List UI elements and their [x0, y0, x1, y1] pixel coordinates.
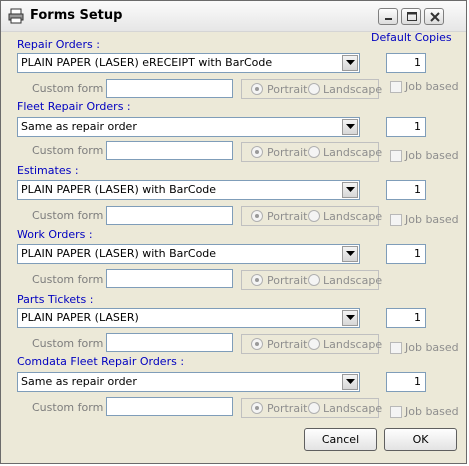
landscape-label: Landscape: [323, 402, 383, 415]
job-based-label: Job based: [405, 80, 459, 93]
orientation-group-repair-orders: Portrait Landscape: [241, 79, 383, 99]
custom-form-input-work-orders[interactable]: [106, 269, 233, 288]
section-label-comdata-fleet-repair-orders: Comdata Fleet Repair Orders :: [17, 355, 185, 368]
title-bar[interactable]: Forms Setup: [1, 1, 466, 32]
custom-form-input-fleet-repair-orders[interactable]: [106, 141, 233, 160]
job-based-checkbox-parts-tickets[interactable]: [390, 342, 402, 354]
copies-input-estimates[interactable]: 1: [386, 180, 426, 200]
job-based-checkbox-fleet-repair-orders[interactable]: [390, 150, 402, 162]
portrait-radio[interactable]: [251, 338, 263, 350]
portrait-label: Portrait: [267, 146, 308, 159]
orientation-group-estimates: Portrait Landscape: [241, 206, 383, 226]
portrait-label: Portrait: [267, 274, 308, 287]
copies-input-fleet-repair-orders[interactable]: 1: [386, 117, 426, 137]
printer-icon: [8, 8, 24, 24]
close-button[interactable]: [424, 8, 444, 25]
custom-form-input-parts-tickets[interactable]: [106, 333, 233, 352]
landscape-label: Landscape: [323, 210, 383, 223]
copies-input-comdata-fleet-repair-orders[interactable]: 1: [386, 372, 426, 392]
ok-button[interactable]: OK: [384, 428, 457, 451]
portrait-radio[interactable]: [251, 402, 263, 414]
custom-form-input-repair-orders[interactable]: [106, 79, 233, 98]
landscape-radio[interactable]: [308, 274, 320, 286]
chevron-down-icon[interactable]: [342, 310, 358, 326]
chevron-down-icon[interactable]: [342, 55, 358, 71]
portrait-label: Portrait: [267, 402, 308, 415]
landscape-label: Landscape: [323, 146, 383, 159]
job-based-label: Job based: [405, 213, 459, 226]
form-select-parts-tickets[interactable]: PLAIN PAPER (LASER): [17, 308, 360, 328]
section-label-estimates: Estimates :: [17, 164, 79, 177]
orientation-group-comdata-fleet-repair-orders: Portrait Landscape: [241, 398, 383, 418]
chevron-down-icon[interactable]: [342, 182, 358, 198]
job-based-label: Job based: [405, 405, 459, 418]
form-select-repair-orders[interactable]: PLAIN PAPER (LASER) eRECEIPT with BarCod…: [17, 53, 360, 73]
form-select-value: Same as repair order: [21, 375, 137, 388]
form-select-value: Same as repair order: [21, 120, 137, 133]
landscape-label: Landscape: [323, 338, 383, 351]
section-label-repair-orders: Repair Orders :: [17, 38, 100, 51]
minimize-button[interactable]: [378, 8, 398, 25]
orientation-group-parts-tickets: Portrait Landscape: [241, 334, 383, 354]
portrait-label: Portrait: [267, 338, 308, 351]
portrait-radio[interactable]: [251, 146, 263, 158]
chevron-down-icon[interactable]: [342, 246, 358, 262]
section-label-work-orders: Work Orders :: [17, 228, 93, 241]
copies-input-parts-tickets[interactable]: 1: [386, 308, 426, 328]
portrait-label: Portrait: [267, 83, 308, 96]
chevron-down-icon[interactable]: [342, 119, 358, 135]
job-based-checkbox-repair-orders[interactable]: [390, 81, 402, 93]
form-select-value: PLAIN PAPER (LASER) with BarCode: [21, 183, 217, 196]
portrait-radio[interactable]: [251, 83, 263, 95]
portrait-radio[interactable]: [251, 274, 263, 286]
chevron-down-icon[interactable]: [342, 374, 358, 390]
landscape-radio[interactable]: [308, 402, 320, 414]
orientation-group-work-orders: Portrait Landscape: [241, 270, 383, 290]
job-based-checkbox-estimates[interactable]: [390, 214, 402, 226]
custom-form-input-comdata-fleet-repair-orders[interactable]: [106, 397, 233, 416]
form-select-work-orders[interactable]: PLAIN PAPER (LASER) with BarCode: [17, 244, 360, 264]
job-based-label: Job based: [405, 149, 459, 162]
landscape-radio[interactable]: [308, 83, 320, 95]
landscape-radio[interactable]: [308, 338, 320, 350]
form-select-value: PLAIN PAPER (LASER) with BarCode: [21, 247, 217, 260]
portrait-radio[interactable]: [251, 210, 263, 222]
default-copies-header: Default Copies: [371, 31, 452, 44]
window-title: Forms Setup: [30, 8, 123, 23]
section-label-fleet-repair-orders: Fleet Repair Orders :: [17, 100, 131, 113]
maximize-button[interactable]: [401, 8, 421, 25]
form-select-value: PLAIN PAPER (LASER): [21, 311, 139, 324]
landscape-label: Landscape: [323, 83, 383, 96]
custom-form-input-estimates[interactable]: [106, 206, 233, 225]
form-select-comdata-fleet-repair-orders[interactable]: Same as repair order: [17, 372, 360, 392]
copies-input-repair-orders[interactable]: 1: [386, 53, 426, 73]
landscape-radio[interactable]: [308, 210, 320, 222]
form-select-fleet-repair-orders[interactable]: Same as repair order: [17, 117, 360, 137]
orientation-group-fleet-repair-orders: Portrait Landscape: [241, 142, 383, 162]
form-select-estimates[interactable]: PLAIN PAPER (LASER) with BarCode: [17, 180, 360, 200]
job-based-label: Job based: [405, 341, 459, 354]
cancel-button[interactable]: Cancel: [304, 428, 377, 451]
copies-input-work-orders[interactable]: 1: [386, 244, 426, 264]
forms-setup-window: Forms Setup Default Copies Repair Orders…: [0, 0, 467, 464]
job-based-checkbox-comdata-fleet-repair-orders[interactable]: [390, 406, 402, 418]
section-label-parts-tickets: Parts Tickets :: [17, 293, 94, 306]
landscape-label: Landscape: [323, 274, 383, 287]
portrait-label: Portrait: [267, 210, 308, 223]
form-select-value: PLAIN PAPER (LASER) eRECEIPT with BarCod…: [21, 56, 273, 69]
landscape-radio[interactable]: [308, 146, 320, 158]
